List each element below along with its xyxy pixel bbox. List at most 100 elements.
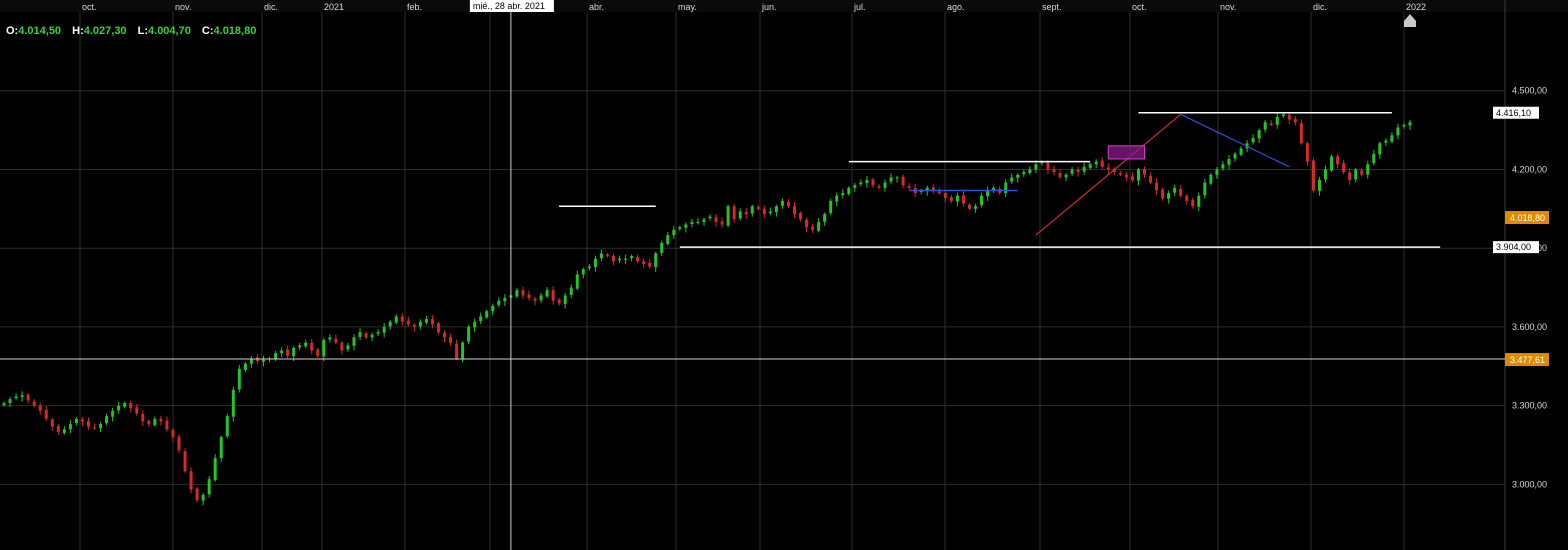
candle: [316, 347, 320, 359]
price-chart[interactable]: 3.000,003.300,003.600,003.900,004.200,00…: [0, 0, 1568, 550]
candle: [1348, 168, 1352, 185]
candle: [1257, 128, 1261, 144]
candle: [1408, 119, 1412, 131]
candle: [593, 255, 597, 272]
zone-rectangle-drawing[interactable]: [1107, 145, 1145, 160]
candle: [1239, 146, 1243, 157]
x-tick-label: oct.: [82, 2, 97, 12]
candle: [708, 214, 712, 221]
candle: [412, 323, 416, 332]
candle: [147, 419, 151, 428]
candle: [575, 270, 579, 291]
candle: [153, 416, 157, 427]
candle: [533, 297, 537, 306]
x-tick-label: may.: [678, 2, 697, 12]
candle: [545, 287, 549, 299]
price-axis[interactable]: 3.000,003.300,003.600,003.900,004.200,00…: [1493, 86, 1549, 490]
candle: [394, 314, 398, 325]
candle: [171, 428, 175, 442]
chart-grid: [0, 0, 1568, 550]
candle: [159, 415, 163, 426]
price-tag: 4.416,10: [1493, 106, 1539, 119]
candle: [974, 203, 978, 213]
low-value: 4.004,70: [148, 25, 191, 37]
candle: [165, 416, 169, 432]
candle: [901, 174, 905, 189]
x-tick-label: nov.: [175, 2, 191, 12]
close-value: 4.018,80: [213, 25, 257, 37]
candle: [1197, 192, 1201, 212]
candle: [1155, 178, 1159, 195]
candle: [587, 264, 591, 271]
candle: [14, 393, 18, 401]
candle: [907, 183, 911, 190]
candle: [967, 203, 971, 211]
candle: [93, 423, 97, 430]
candle: [768, 207, 772, 216]
candle: [829, 198, 833, 216]
candle: [334, 334, 338, 345]
candle: [1118, 170, 1122, 177]
candle: [883, 179, 887, 192]
candle: [80, 416, 84, 427]
candle: [1082, 162, 1086, 175]
candle: [696, 218, 700, 225]
candle: [581, 267, 585, 279]
candle: [551, 286, 555, 305]
candle: [955, 192, 959, 207]
candle: [720, 217, 724, 228]
candle: [237, 364, 241, 393]
candle: [1124, 171, 1128, 182]
candle: [895, 175, 899, 183]
price-tag-text: 4.018,80: [1510, 213, 1545, 223]
candle: [455, 339, 459, 360]
candle: [726, 204, 730, 228]
trend-line-drawing[interactable]: [1035, 113, 1182, 236]
candle: [1076, 166, 1080, 177]
candle: [943, 191, 947, 203]
candle: [111, 407, 115, 422]
candle: [792, 202, 796, 219]
candle: [123, 401, 127, 409]
candle: [889, 173, 893, 184]
candle: [346, 342, 350, 352]
candle: [738, 208, 742, 221]
candle: [871, 177, 875, 189]
candle: [1390, 132, 1394, 144]
candle: [1378, 141, 1382, 159]
candlestick-series: [2, 112, 1412, 506]
candle: [26, 393, 30, 404]
candle: [1305, 141, 1309, 166]
candle: [322, 337, 326, 362]
candle: [756, 204, 760, 211]
candle: [1052, 165, 1056, 176]
x-tick-label: dic.: [1313, 2, 1327, 12]
scroll-to-latest-icon[interactable]: [1404, 14, 1416, 27]
candle: [328, 334, 332, 343]
candle: [1209, 173, 1213, 186]
candle: [1317, 176, 1321, 196]
y-tick-label: 4.200,00: [1512, 164, 1547, 174]
candle: [189, 467, 193, 494]
candle: [62, 426, 66, 435]
candle: [382, 322, 386, 338]
candle: [624, 254, 628, 264]
candle: [491, 303, 495, 316]
candle: [1100, 157, 1104, 170]
candle: [449, 333, 453, 346]
x-tick-label: abr.: [589, 2, 604, 12]
candle: [231, 386, 235, 422]
ohlc-readout: O:4.014,50 H:4.027,30 L:4.004,70 C:4.018…: [6, 25, 264, 37]
candle: [352, 334, 356, 351]
candle: [949, 194, 953, 204]
candle: [473, 318, 477, 333]
candle: [1130, 172, 1134, 183]
candle: [141, 410, 145, 427]
candle: [1269, 120, 1273, 127]
candle: [249, 356, 253, 368]
x-tick-label: 2021: [324, 2, 344, 12]
x-tick-label: jun.: [761, 2, 777, 12]
candle: [1136, 167, 1140, 186]
crosshair: [0, 12, 1505, 550]
price-tag-text: 3.477,61: [1510, 355, 1545, 365]
